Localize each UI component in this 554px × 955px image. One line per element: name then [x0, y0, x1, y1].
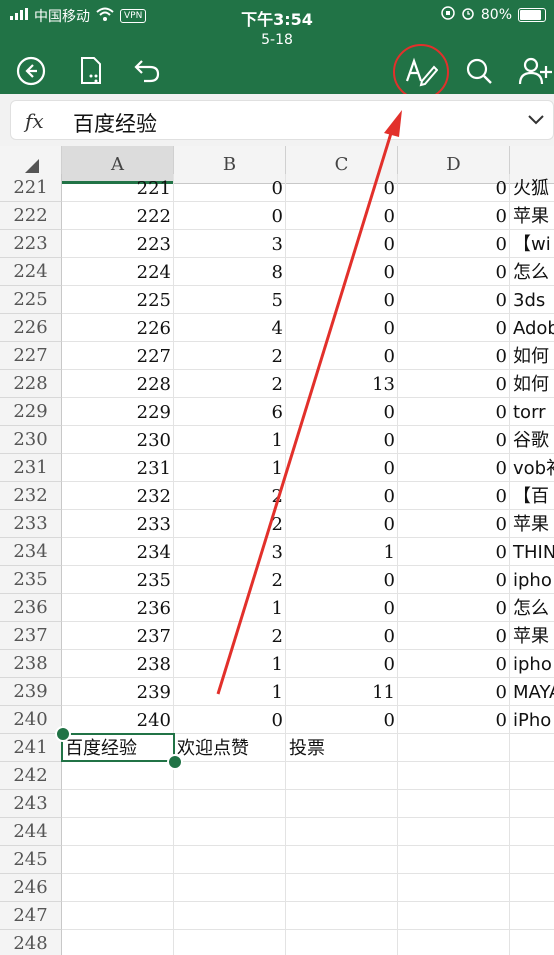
annotation-arrow — [216, 110, 402, 695]
